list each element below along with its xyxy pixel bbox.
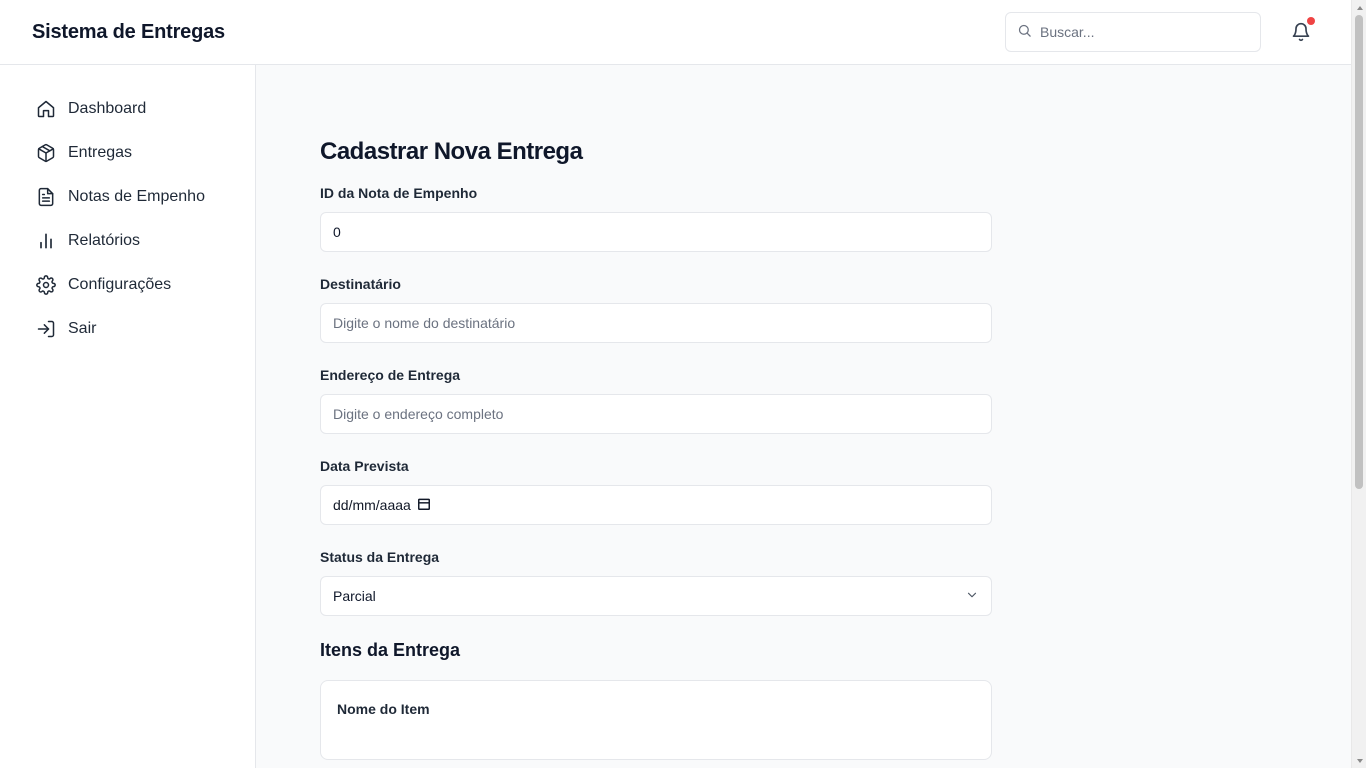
item-card: Nome do Item <box>320 680 992 760</box>
calendar-icon[interactable] <box>417 497 431 514</box>
sidebar-item-label: Configurações <box>68 276 172 293</box>
date-input[interactable]: dd/mm/aaaa <box>320 485 992 525</box>
sidebar-item-dashboard[interactable]: Dashboard <box>0 87 255 131</box>
field-label: Destinatário <box>320 276 401 292</box>
log-in-icon <box>36 319 56 339</box>
nota-empenho-input[interactable] <box>320 212 992 252</box>
scroll-thumb[interactable] <box>1355 15 1363 489</box>
sidebar-item-label: Sair <box>68 320 97 337</box>
field-status: Status da Entrega Parcial <box>320 549 992 616</box>
item-name-label: Nome do Item <box>337 701 430 717</box>
sidebar-item-entregas[interactable]: Entregas <box>0 131 255 175</box>
gear-icon <box>36 275 56 295</box>
field-label: ID da Nota de Empenho <box>320 185 478 201</box>
top-header: Sistema de Entregas <box>0 0 1351 65</box>
field-label: Status da Entrega <box>320 549 440 565</box>
sidebar-item-label: Dashboard <box>68 100 147 117</box>
scroll-up-arrow-icon[interactable] <box>1352 0 1366 15</box>
sidebar-item-label: Notas de Empenho <box>68 188 205 205</box>
search-box[interactable] <box>1005 12 1261 52</box>
search-icon <box>1016 23 1032 39</box>
bar-chart-icon <box>36 231 56 251</box>
page-title: Cadastrar Nova Entrega <box>320 138 583 165</box>
field-nota-empenho: ID da Nota de Empenho <box>320 185 992 252</box>
date-value: dd/mm/aaaa <box>333 497 411 513</box>
main-content: Cadastrar Nova Entrega ID da Nota de Emp… <box>256 65 1351 768</box>
notification-dot <box>1307 17 1315 25</box>
sidebar-item-notas-empenho[interactable]: Notas de Empenho <box>0 175 255 219</box>
header-actions <box>1005 12 1321 52</box>
endereco-input[interactable] <box>320 394 992 434</box>
sidebar-item-relatorios[interactable]: Relatórios <box>0 219 255 263</box>
field-destinatario: Destinatário <box>320 276 992 343</box>
sidebar-item-configuracoes[interactable]: Configurações <box>0 263 255 307</box>
app-title: Sistema de Entregas <box>32 20 225 43</box>
vertical-scrollbar[interactable] <box>1351 0 1366 768</box>
search-input[interactable] <box>1040 24 1240 40</box>
sidebar-item-label: Entregas <box>68 144 133 161</box>
field-data-prevista: Data Prevista dd/mm/aaaa <box>320 458 992 525</box>
sidebar-item-label: Relatórios <box>68 232 141 249</box>
chevron-down-icon <box>965 588 979 605</box>
file-text-icon <box>36 187 56 207</box>
status-select[interactable]: Parcial <box>320 576 992 616</box>
notifications-button[interactable] <box>1289 17 1315 44</box>
package-icon <box>36 143 56 163</box>
status-selected-value: Parcial <box>333 588 376 604</box>
destinatario-input[interactable] <box>320 303 992 343</box>
items-section-title: Itens da Entrega <box>320 640 461 660</box>
sidebar-item-sair[interactable]: Sair <box>0 307 255 351</box>
field-endereco: Endereço de Entrega <box>320 367 992 434</box>
app: Sistema de Entregas Dashboard <box>0 0 1366 768</box>
bell-icon <box>1292 22 1310 42</box>
field-label: Data Prevista <box>320 458 409 474</box>
scroll-down-arrow-icon[interactable] <box>1352 753 1366 768</box>
home-icon <box>36 99 56 119</box>
field-label: Endereço de Entrega <box>320 367 461 383</box>
sidebar: Dashboard Entregas Notas de Empenho Rela… <box>0 65 256 768</box>
